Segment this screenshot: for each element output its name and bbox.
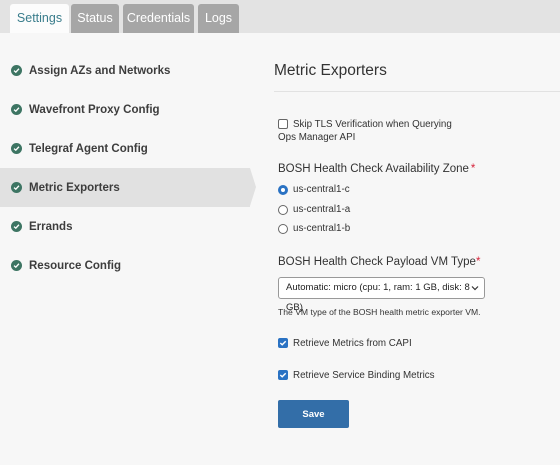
- sidebar-item-assign-azs[interactable]: Assign AZs and Networks: [0, 51, 250, 90]
- service-binding-row: Retrieve Service Binding Metrics: [278, 369, 435, 382]
- vm-type-label-text: BOSH Health Check Payload VM Type: [278, 256, 476, 268]
- service-binding-checkbox[interactable]: [278, 370, 288, 380]
- skip-tls-checkbox[interactable]: [278, 119, 288, 129]
- sidebar-item-metric-exporters[interactable]: Metric Exporters: [0, 168, 250, 207]
- sidebar-item-label: Resource Config: [29, 259, 122, 272]
- tab-logs[interactable]: Logs: [198, 4, 239, 33]
- selected-indicator-arrow: [250, 168, 256, 206]
- sidebar-item-telegraf-agent[interactable]: Telegraf Agent Config: [0, 129, 250, 168]
- tab-settings[interactable]: Settings: [10, 4, 69, 33]
- az-option-us-central1-a[interactable]: us-central1-a: [278, 204, 350, 215]
- skip-tls-label-line2: Ops Manager API: [278, 132, 356, 143]
- title-divider: [274, 91, 560, 92]
- skip-tls-label-line1: Skip TLS Verification when Querying: [293, 119, 452, 130]
- sidebar-item-label: Telegraf Agent Config: [29, 142, 148, 155]
- capi-label: Retrieve Metrics from CAPI: [293, 338, 412, 349]
- vm-type-hint: The VM type of the BOSH health metric ex…: [278, 307, 481, 317]
- required-mark: *: [475, 256, 481, 268]
- check-circle-icon: [11, 104, 22, 115]
- tab-credentials[interactable]: Credentials: [123, 4, 194, 33]
- radio-button[interactable]: [278, 204, 288, 215]
- check-circle-icon: [11, 65, 22, 76]
- vm-type-select[interactable]: Automatic: micro (cpu: 1, ram: 1 GB, dis…: [278, 277, 485, 313]
- sidebar-item-errands[interactable]: Errands: [0, 207, 250, 246]
- capi-row: Retrieve Metrics from CAPI: [278, 337, 412, 350]
- radio-label: us-central1-b: [293, 223, 351, 234]
- az-label-text: BOSH Health Check Availability Zone: [278, 163, 469, 175]
- check-circle-icon: [11, 143, 22, 154]
- check-circle-icon: [11, 260, 22, 271]
- sidebar-item-resource-config[interactable]: Resource Config: [0, 246, 250, 285]
- sidebar-item-label: Errands: [29, 220, 73, 233]
- radio-label: us-central1-a: [293, 204, 351, 215]
- radio-button[interactable]: [278, 223, 288, 234]
- page-title: Metric Exporters: [274, 62, 387, 79]
- skip-tls-row: Skip TLS Verification when Querying Ops …: [278, 118, 452, 144]
- sidebar-item-label: Wavefront Proxy Config: [29, 103, 160, 116]
- tab-bar: Settings Status Credentials Logs: [0, 0, 560, 33]
- required-mark: *: [470, 163, 476, 175]
- az-option-us-central1-c[interactable]: us-central1-c: [278, 184, 350, 195]
- vm-type-field-label: BOSH Health Check Payload VM Type*: [278, 256, 480, 268]
- save-button[interactable]: Save: [278, 400, 349, 428]
- service-binding-label: Retrieve Service Binding Metrics: [293, 370, 435, 381]
- radio-button[interactable]: [278, 184, 288, 195]
- az-option-us-central1-b[interactable]: us-central1-b: [278, 223, 350, 234]
- skip-tls-label: Skip TLS Verification when Querying Ops …: [278, 118, 452, 144]
- check-circle-icon: [11, 182, 22, 193]
- az-field-label: BOSH Health Check Availability Zone *: [278, 163, 475, 175]
- chevron-down-icon: [471, 279, 479, 305]
- sidebar-item-wavefront-proxy[interactable]: Wavefront Proxy Config: [0, 90, 250, 129]
- capi-checkbox[interactable]: [278, 338, 288, 348]
- sidebar-item-label: Assign AZs and Networks: [29, 64, 171, 77]
- sidebar-item-label: Metric Exporters: [29, 181, 120, 194]
- tab-status[interactable]: Status: [71, 4, 119, 33]
- check-circle-icon: [11, 221, 22, 232]
- radio-label: us-central1-c: [293, 184, 350, 195]
